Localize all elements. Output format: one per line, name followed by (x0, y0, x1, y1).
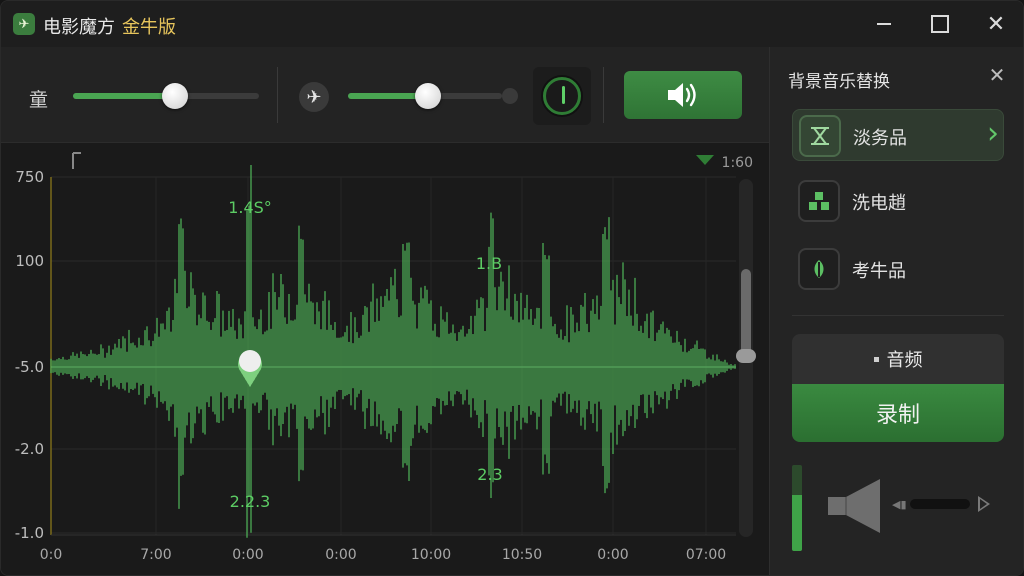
record-label: 录制 (875, 403, 920, 428)
scroll-thumb[interactable] (741, 269, 751, 357)
title-bar: ✈ 电影魔方 金牛版 ✕ (1, 1, 1023, 47)
x-tick-label: 10:50 (502, 547, 542, 563)
position-pin-head (239, 350, 261, 372)
volume-slider[interactable] (73, 83, 259, 109)
playhead-flag-icon (72, 152, 81, 169)
speed-slider[interactable] (348, 83, 502, 109)
audio-card: 音频 录制 (792, 334, 1004, 442)
speaker-button[interactable] (624, 71, 742, 119)
audio-tab-label: 音频 (886, 350, 923, 371)
slider-fill (73, 93, 176, 99)
panel-title: 背景音乐替换 (788, 72, 890, 92)
tab-bullet (873, 356, 879, 362)
y-tick-label: -5.0 (15, 358, 44, 376)
y-tick-label: 100 (15, 252, 44, 270)
x-tick-label: 7:00 (140, 547, 171, 563)
record-button[interactable]: 录制 (792, 384, 1004, 442)
airplane-icon: ✈ (13, 13, 35, 35)
marker-triangle-icon (696, 155, 714, 165)
mini-volume-slider[interactable] (910, 499, 970, 509)
chevron-right-icon: › (987, 116, 999, 151)
top-marker-label: 1:60 (722, 155, 753, 171)
y-tick-label: 750 (15, 168, 44, 186)
waveform-canvas: 750 100 -5.0 -2.0 -1.0 0:0 7:00 0:00 0:00 10:00 10… (15, 152, 753, 563)
level-fill (792, 495, 802, 551)
mini-volume-icon: ◀▮ (892, 498, 907, 511)
x-tick-label: 0:00 (232, 547, 263, 563)
panel-divider (792, 315, 1004, 316)
peak-annotation: 1.4S° (228, 198, 272, 217)
peak-annotation: 2.3 (477, 465, 502, 484)
x-tick-label: 0:00 (325, 547, 356, 563)
minimize-button[interactable] (867, 9, 901, 39)
panel-close-button[interactable]: ✕ (986, 63, 1008, 87)
peak-annotation: 1.B (476, 254, 502, 273)
waveform-editor[interactable]: 750 100 -5.0 -2.0 -1.0 0:0 7:00 0:00 0:00 10:00 10… (1, 143, 769, 575)
track-label: 考牛品 (852, 261, 906, 282)
app-edition: 金牛版 (122, 17, 176, 38)
gain-knob-box (533, 67, 591, 125)
scroll-handle[interactable] (736, 349, 756, 363)
app-window: ✈ 电影魔方 金牛版 ✕ 童 ✈ 750 100 -5.0 -2.0 -1.0 … (0, 0, 1024, 576)
app-title: 电影魔方 (43, 17, 115, 38)
level-meter (792, 465, 802, 551)
track-label: 淡务品 (853, 128, 907, 149)
toolbar: 童 ✈ (1, 47, 769, 143)
leaf-icon (798, 248, 840, 290)
y-tick-label: -1.0 (15, 524, 44, 542)
slider-end-dot (502, 88, 518, 104)
speaker-icon (668, 83, 696, 107)
blocks-icon (798, 180, 840, 222)
slider-thumb[interactable] (415, 83, 442, 109)
toolbar-label: 童 (29, 89, 49, 111)
peak-annotation: 2.2.3 (230, 492, 271, 511)
maximize-button[interactable] (923, 9, 957, 39)
gain-knob[interactable] (543, 77, 581, 115)
knob-indicator (562, 86, 565, 104)
track-label: 洗电趙 (852, 193, 906, 214)
megaphone-icon (828, 479, 880, 533)
plane-icon[interactable]: ✈ (299, 82, 329, 112)
vertical-scrollbar[interactable] (736, 179, 756, 537)
disc-waves-icon (799, 115, 841, 157)
x-tick-label: 07:00 (686, 547, 726, 563)
x-tick-label: 0:0 (40, 547, 63, 563)
close-button[interactable]: ✕ (979, 9, 1013, 39)
track-item-3[interactable]: 考牛品 (792, 243, 1004, 295)
play-icon[interactable] (978, 496, 990, 512)
track-item-1[interactable]: 淡务品 › (792, 109, 1004, 161)
audio-tab[interactable]: 音频 (792, 334, 1004, 384)
y-tick-label: -2.0 (15, 440, 44, 458)
track-item-2[interactable]: 洗电趙 (792, 175, 1004, 227)
toolbar-divider (603, 67, 604, 123)
music-panel: 背景音乐替换 ✕ 淡务品 › 洗电趙 考牛品 音频 录制 ◀▮ (769, 47, 1023, 575)
toolbar-divider (277, 67, 278, 123)
slider-thumb[interactable] (162, 83, 189, 109)
x-tick-label: 10:00 (411, 547, 451, 563)
x-tick-label: 0:00 (597, 547, 628, 563)
